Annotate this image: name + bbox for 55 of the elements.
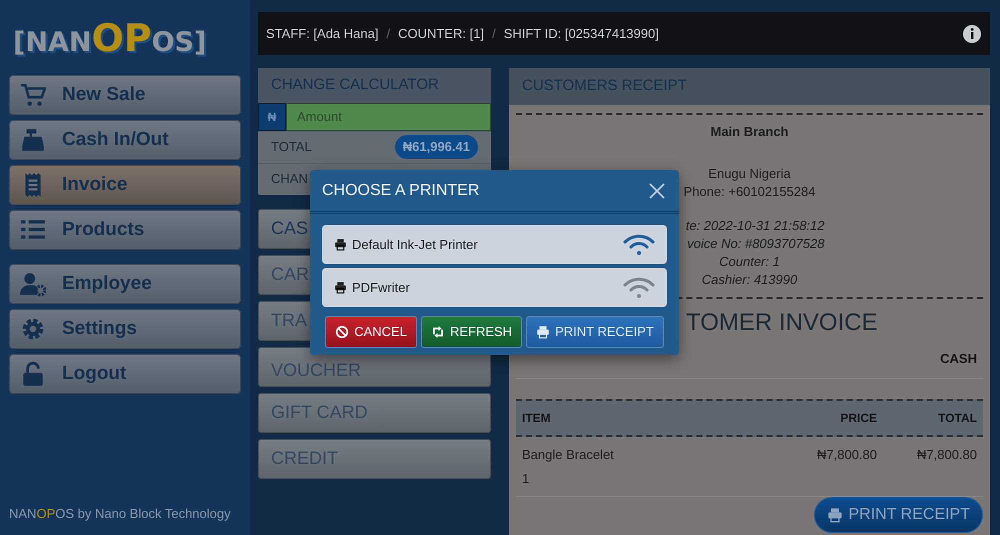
payment-button[interactable]: CREDIT <box>258 438 491 478</box>
print-button[interactable]: PRINT RECEIPT <box>526 316 664 348</box>
breadcrumb-separator: / <box>492 24 496 43</box>
info-icon[interactable] <box>962 24 982 44</box>
cart-icon <box>20 82 46 108</box>
print-receipt-button[interactable]: PRINT RECEIPT <box>814 497 983 533</box>
row-label: TOTAL <box>271 138 312 156</box>
refresh-button[interactable]: REFRESH <box>420 316 522 348</box>
sidebar-item[interactable]: Products <box>9 210 241 250</box>
printer-item[interactable]: PDFwriter <box>322 268 667 307</box>
breadcrumb-item: STAFF: [Ada Hana] <box>266 24 378 43</box>
sidebar-item[interactable]: Cash In/Out <box>9 120 241 160</box>
breadcrumb-separator: / <box>386 24 390 43</box>
breadcrumb-item: COUNTER: [1] <box>398 24 484 43</box>
date-text: te: 2022-10-31 21:58:12 <box>684 216 824 234</box>
printer-icon <box>826 507 842 523</box>
item-price: ₦7,800.80 <box>816 446 877 464</box>
settings-icon <box>20 316 46 342</box>
column-header: TOTAL <box>937 410 977 427</box>
printer-icon <box>334 281 347 294</box>
sidebar-item[interactable]: Settings <box>9 309 241 349</box>
modal-title: CHOOSE A PRINTER <box>322 180 480 200</box>
amount-badge: ₦61,996.41 <box>394 135 478 159</box>
breadcrumb-item: SHIFT ID: [025347413990] <box>504 24 659 43</box>
amount-field[interactable]: Amount <box>286 102 491 130</box>
refresh-icon <box>430 324 445 339</box>
currency-addon: ₦ <box>258 102 286 130</box>
item-quantity: 1 <box>522 470 530 488</box>
column-header: ITEM <box>522 410 552 427</box>
user-gear-icon <box>20 271 46 297</box>
phone-text: Phone: +60102155284 <box>684 182 816 200</box>
printer-item[interactable]: Default Ink-Jet Printer <box>322 225 667 264</box>
sidebar-item[interactable]: Employee <box>9 264 241 304</box>
column-header: PRICE <box>839 410 877 427</box>
sidebar-item[interactable]: Invoice <box>9 165 241 205</box>
branch-name: Main Branch <box>710 122 788 140</box>
close-button[interactable] <box>647 180 667 200</box>
footer-text: NANOPOS by Nano Block Technology <box>9 504 232 523</box>
printer-icon <box>334 238 347 251</box>
invoice-heading: TOMER INVOICE <box>686 308 878 338</box>
payment-button[interactable]: GIFT CARD <box>258 392 491 432</box>
address-text: Enugu Nigeria <box>708 164 791 182</box>
row-label: CHAN <box>271 170 308 188</box>
logo: [NANOPOS] <box>13 15 206 62</box>
counter-text: Counter: 1 <box>719 252 780 270</box>
printer-icon <box>536 324 550 339</box>
cashier-text: Cashier: 413990 <box>702 270 798 288</box>
cash-register-icon <box>20 127 46 153</box>
cancel-button[interactable]: CANCEL <box>325 316 417 348</box>
invoice-number: voice No: #8093707528 <box>686 234 824 252</box>
ban-icon <box>335 324 350 339</box>
item-name: Bangle Bracelet <box>522 446 615 464</box>
sidebar-item[interactable]: Logout <box>9 354 241 394</box>
sidebar-item[interactable]: New Sale <box>9 75 241 115</box>
item-total: ₦7,800.80 <box>916 446 977 464</box>
